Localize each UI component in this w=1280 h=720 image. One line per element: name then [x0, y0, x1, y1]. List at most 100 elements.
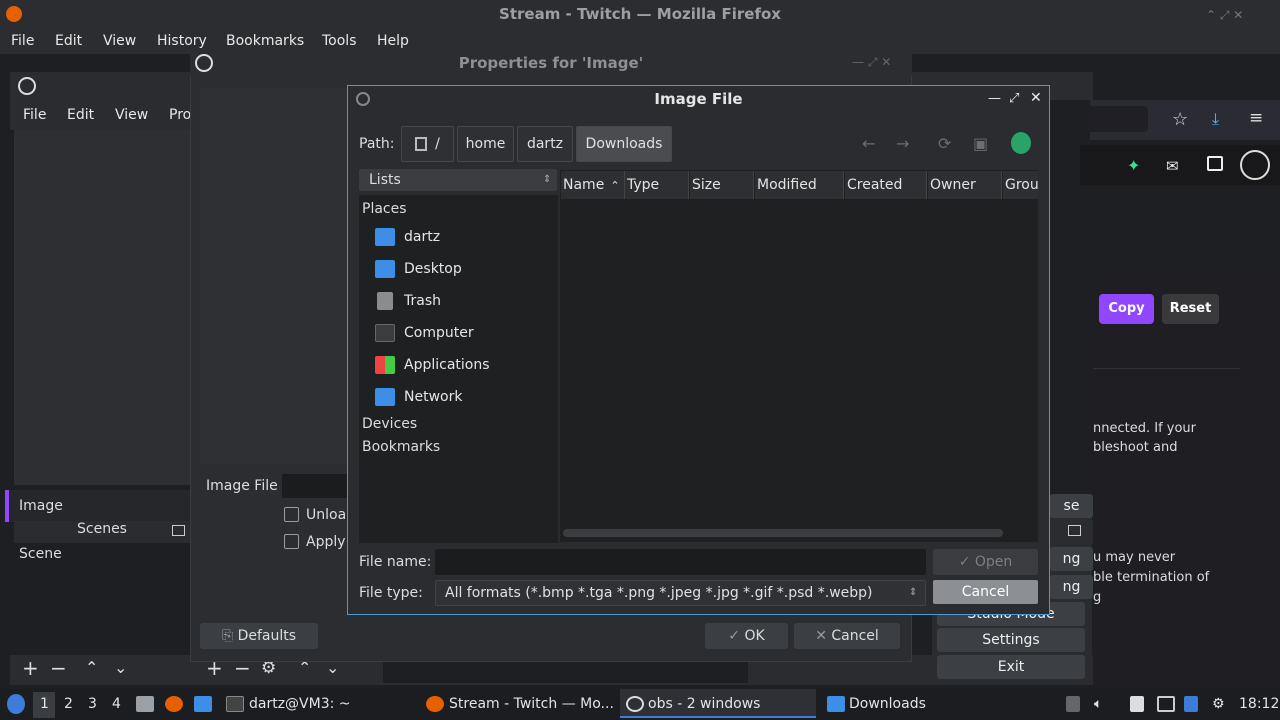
crumb-dartz[interactable]: dartz: [517, 126, 573, 162]
twitch-whisper-icon[interactable]: [1207, 156, 1223, 171]
controls-button[interactable]: ng: [1050, 547, 1093, 571]
open-button[interactable]: ✓ Open: [933, 549, 1038, 575]
menu-view[interactable]: View: [103, 33, 136, 49]
controls-button[interactable]: ng: [1050, 575, 1093, 599]
menu-help[interactable]: Help: [377, 33, 409, 49]
obs-menu-view[interactable]: View: [115, 107, 148, 123]
crumb-root[interactable]: /: [401, 126, 454, 162]
task-firefox[interactable]: Stream - Twitch — Mo...: [449, 696, 614, 712]
workspace-1[interactable]: 1: [40, 696, 49, 712]
minimize-icon[interactable]: —: [988, 91, 1001, 106]
col-name[interactable]: Name ⌃: [561, 171, 625, 199]
obs-menu-edit[interactable]: Edit: [67, 107, 94, 123]
settings-button[interactable]: Settings: [937, 628, 1085, 652]
add-icon[interactable]: +: [22, 656, 39, 680]
new-folder-icon[interactable]: ▣: [973, 134, 988, 153]
menu-file[interactable]: File: [11, 33, 34, 49]
place-network[interactable]: Network: [375, 385, 462, 409]
remove-icon[interactable]: −: [50, 656, 67, 680]
window-controls-icon[interactable]: ⌃ ⤢ ✕: [1206, 8, 1243, 23]
controls-undock-icon[interactable]: [1068, 525, 1081, 536]
move-up-icon[interactable]: ⌃: [85, 658, 98, 677]
start-menu-icon[interactable]: [7, 694, 25, 714]
place-trash[interactable]: Trash: [375, 289, 441, 313]
col-type[interactable]: Type: [625, 171, 689, 199]
lists-combo[interactable]: Lists ⇕: [359, 169, 557, 191]
notifications-icon[interactable]: [1184, 696, 1198, 712]
col-group[interactable]: Grou: [1003, 171, 1038, 199]
scenes-header-label: Scenes: [77, 521, 127, 537]
source-item[interactable]: Image: [5, 490, 190, 522]
properties-cancel-button[interactable]: ✕ Cancel: [794, 623, 900, 649]
col-owner[interactable]: Owner: [928, 171, 1002, 199]
col-modified[interactable]: Modified: [755, 171, 844, 199]
desktop-icon[interactable]: [194, 696, 212, 712]
display-icon[interactable]: [1157, 696, 1175, 712]
workspace-4[interactable]: 4: [112, 696, 121, 712]
menu-edit[interactable]: Edit: [55, 33, 82, 49]
defaults-button[interactable]: ⎘ Defaults: [200, 623, 318, 649]
file-manager-icon[interactable]: [136, 696, 154, 712]
file-type-combo[interactable]: All formats (*.bmp *.tga *.png *.jpeg *.…: [435, 580, 926, 606]
ok-button[interactable]: ✓ OK: [705, 623, 788, 649]
move-down-icon[interactable]: ⌄: [114, 658, 127, 677]
devices-header[interactable]: Devices: [362, 416, 417, 432]
downloads-icon[interactable]: ⤓: [1212, 109, 1219, 129]
reset-button[interactable]: Reset: [1162, 294, 1219, 324]
reload-icon[interactable]: ⟳: [938, 134, 951, 153]
twitch-prime-icon[interactable]: ✦: [1127, 156, 1140, 175]
volume-icon[interactable]: 🔈︎: [1094, 696, 1102, 712]
twitch-mail-icon[interactable]: ✉: [1166, 157, 1179, 175]
obs-menu-file[interactable]: File: [23, 107, 46, 123]
settings-tray-icon[interactable]: ⚙: [1212, 696, 1225, 712]
updown-icon: ⇕: [909, 587, 918, 598]
apply-checkbox[interactable]: [284, 534, 299, 549]
place-computer[interactable]: Computer: [375, 321, 474, 345]
close-icon[interactable]: ✕: [1030, 90, 1042, 106]
unload-checkbox[interactable]: [284, 507, 299, 522]
terminal-icon[interactable]: [226, 696, 244, 712]
bookmark-icon[interactable]: [1011, 132, 1031, 154]
workspace-2[interactable]: 2: [64, 696, 73, 712]
col-size[interactable]: Size: [690, 171, 754, 199]
crumb-downloads[interactable]: Downloads: [576, 126, 672, 162]
open-label: Open: [974, 554, 1013, 570]
file-name-input[interactable]: [435, 549, 926, 575]
exit-button[interactable]: Exit: [937, 655, 1085, 679]
controls-button[interactable]: se: [1050, 494, 1093, 518]
obs-menu-profile[interactable]: Pro: [169, 107, 191, 123]
task-downloads[interactable]: Downloads: [849, 696, 926, 712]
place-desktop[interactable]: Desktop: [375, 257, 462, 281]
clipboard-icon[interactable]: [1130, 696, 1144, 712]
properties-window-controls-icon[interactable]: — ⤢ ✕: [852, 55, 891, 70]
tray-icon[interactable]: [1066, 696, 1080, 712]
horizontal-scrollbar[interactable]: [563, 529, 1003, 537]
forward-icon[interactable]: →: [896, 134, 909, 153]
back-icon[interactable]: ←: [862, 134, 875, 153]
crumb-home[interactable]: home: [457, 126, 514, 162]
firefox-icon[interactable]: [165, 696, 183, 712]
bookmark-star-icon[interactable]: ☆: [1172, 109, 1188, 130]
scenes-list: Scene: [14, 543, 188, 655]
place-applications[interactable]: Applications: [375, 353, 490, 377]
scene-item[interactable]: Scene: [19, 546, 62, 562]
undock-icon[interactable]: [172, 525, 185, 536]
menu-hamburger-icon[interactable]: ≡: [1249, 108, 1263, 128]
menu-history[interactable]: History: [157, 33, 207, 49]
menu-bookmarks[interactable]: Bookmarks: [226, 33, 304, 49]
bookmarks-header[interactable]: Bookmarks: [362, 439, 440, 455]
menu-tools[interactable]: Tools: [322, 33, 357, 49]
workspace-3[interactable]: 3: [88, 696, 97, 712]
task-obs[interactable]: obs - 2 windows: [648, 696, 760, 712]
url-bar[interactable]: [1088, 106, 1148, 132]
image-file-input[interactable]: [282, 474, 352, 498]
place-dartz[interactable]: dartz: [375, 225, 440, 249]
task-terminal[interactable]: dartz@VM3: ~: [249, 696, 351, 712]
copy-button[interactable]: Copy: [1099, 294, 1154, 324]
avatar[interactable]: [1240, 150, 1270, 180]
col-created[interactable]: Created: [845, 171, 927, 199]
trash-icon: [377, 292, 393, 310]
maximize-icon[interactable]: ⤢: [1009, 91, 1019, 106]
file-list[interactable]: [560, 170, 1038, 542]
cancel-button[interactable]: Cancel: [933, 580, 1038, 604]
